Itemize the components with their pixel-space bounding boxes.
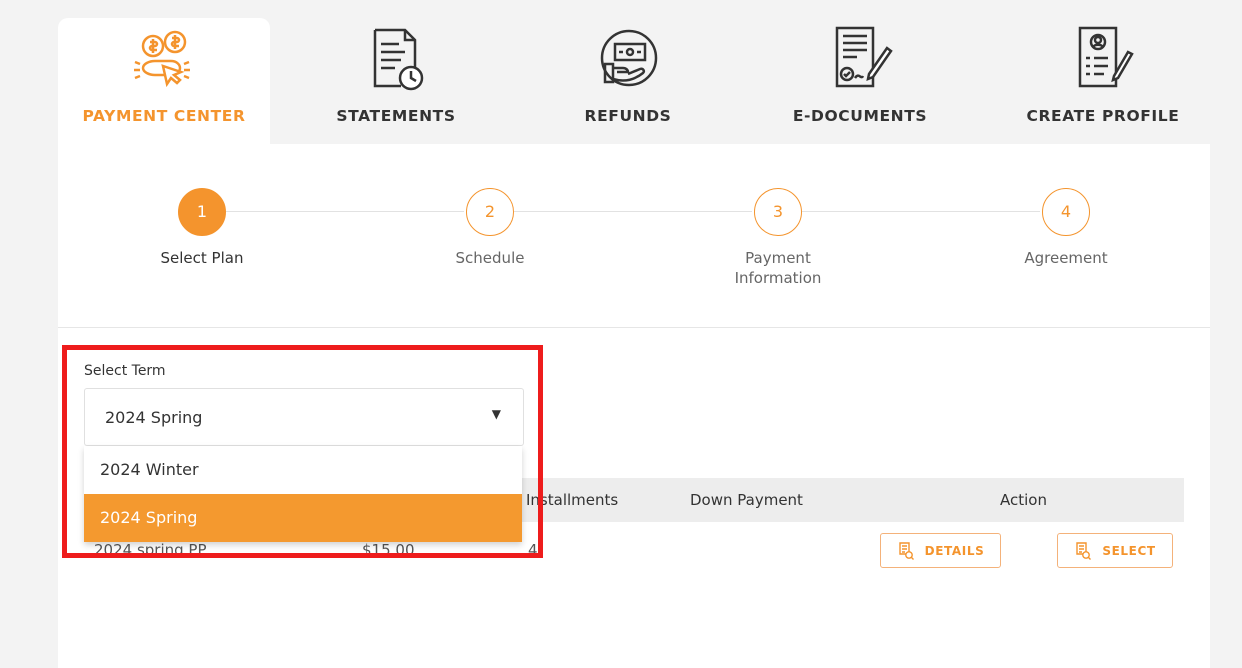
details-button[interactable]: DETAILS bbox=[880, 533, 1001, 568]
refunds-icon bbox=[600, 29, 658, 87]
select-button[interactable]: SELECT bbox=[1057, 533, 1173, 568]
step-select-plan[interactable]: 1 Select Plan bbox=[112, 188, 292, 268]
step-number: 4 bbox=[1042, 188, 1090, 236]
tab-label: STATEMENTS bbox=[336, 107, 456, 125]
payment-center-icon bbox=[134, 30, 190, 88]
header-down-payment: Down Payment bbox=[690, 491, 803, 509]
step-schedule[interactable]: 2 Schedule bbox=[400, 188, 580, 268]
step-label: Select Plan bbox=[160, 249, 244, 267]
tab-label: REFUNDS bbox=[584, 107, 672, 125]
step-number: 1 bbox=[178, 188, 226, 236]
step-agreement[interactable]: 4 Agreement bbox=[976, 188, 1156, 268]
step-number: 3 bbox=[754, 188, 802, 236]
step-label: Schedule bbox=[455, 249, 525, 267]
step-label: Payment Information bbox=[734, 249, 822, 287]
select-button-label: SELECT bbox=[1102, 543, 1156, 558]
tab-label: E-DOCUMENTS bbox=[792, 107, 928, 125]
top-nav: PAYMENT CENTER STATEMENTS REFUNDS E-DOCU… bbox=[58, 18, 1210, 144]
statements-icon bbox=[373, 28, 424, 91]
tab-label: PAYMENT CENTER bbox=[82, 107, 246, 125]
tab-label: CREATE PROFILE bbox=[1026, 107, 1180, 125]
stepper: 1 Select Plan 2 Schedule 3 Payment Infor… bbox=[58, 144, 1210, 328]
highlight-box bbox=[62, 345, 543, 558]
document-icon bbox=[898, 541, 914, 560]
tab-statements[interactable]: STATEMENTS bbox=[294, 18, 498, 144]
tab-e-documents[interactable]: E-DOCUMENTS bbox=[758, 18, 962, 144]
details-button-label: DETAILS bbox=[924, 543, 985, 558]
step-label: Agreement bbox=[1024, 249, 1108, 267]
tab-refunds[interactable]: REFUNDS bbox=[528, 18, 728, 144]
tab-create-profile[interactable]: CREATE PROFILE bbox=[1008, 18, 1198, 144]
header-action: Action bbox=[1000, 491, 1047, 509]
step-payment-information[interactable]: 3 Payment Information bbox=[688, 188, 868, 288]
tab-payment-center[interactable]: PAYMENT CENTER bbox=[58, 18, 270, 144]
step-number: 2 bbox=[466, 188, 514, 236]
create-profile-icon bbox=[1078, 26, 1134, 88]
document-icon bbox=[1076, 541, 1092, 560]
e-documents-icon bbox=[835, 26, 893, 88]
